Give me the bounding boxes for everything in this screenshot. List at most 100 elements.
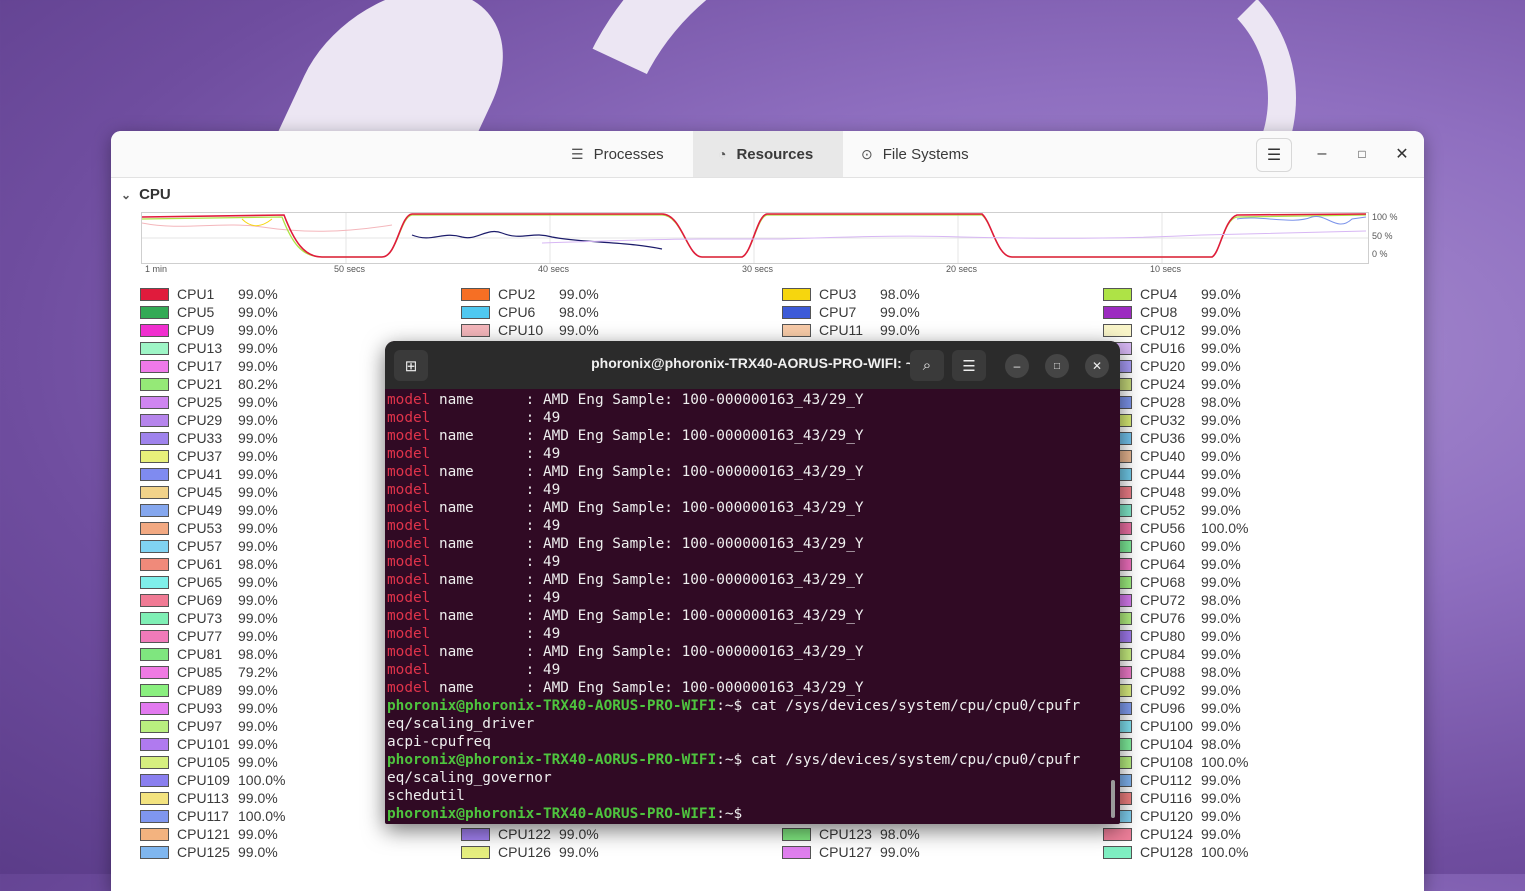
color-swatch-button[interactable] [140,611,169,625]
cpu-usage-value: 99.0% [238,484,278,500]
color-swatch-button[interactable] [140,539,169,553]
color-swatch-button[interactable] [140,467,169,481]
line-text: : 49 [430,410,561,426]
cpu-usage-value: 98.0% [238,646,278,662]
cpu-legend-item: CPU109 100.0% [140,771,298,789]
keyword: model [387,554,431,570]
cpu-section-header[interactable]: ⌄ CPU [121,186,171,203]
color-swatch-button[interactable] [140,413,169,427]
maximize-button[interactable]: □ [1345,138,1379,170]
color-swatch-button[interactable] [140,503,169,517]
cpu-usage-value: 99.0% [238,718,278,734]
command-wrap: eq/scaling_driver [387,716,535,732]
color-swatch-button[interactable] [1103,845,1132,859]
color-swatch-button[interactable] [140,791,169,805]
line-text: name : AMD Eng Sample: 100-000000163_43/… [430,428,864,444]
search-button[interactable]: ⌕ [910,350,944,381]
cpu-usage-value: 99.0% [238,394,278,410]
cpu-name: CPU11 [819,322,864,338]
color-swatch-button[interactable] [461,287,490,301]
color-swatch-button[interactable] [140,557,169,571]
color-swatch-button[interactable] [1103,287,1132,301]
color-swatch-button[interactable] [1103,323,1132,337]
color-swatch-button[interactable] [1103,305,1132,319]
color-swatch-button[interactable] [140,701,169,715]
cpu-series-line [1236,216,1367,225]
cpu-usage-value: 99.0% [238,448,278,464]
color-swatch-button[interactable] [140,719,169,733]
color-swatch-button[interactable] [140,521,169,535]
color-swatch-button[interactable] [140,809,169,823]
cpu-legend-item: CPU123 98.0% [782,825,940,843]
cpu-name: CPU97 [177,718,223,734]
color-swatch-button[interactable] [782,323,811,337]
color-swatch-button[interactable] [140,683,169,697]
color-swatch-button[interactable] [140,629,169,643]
cpu-legend-item: CPU48 99.0% [1103,483,1261,501]
cpu-name: CPU105 [177,754,230,770]
terminal-maximize-button[interactable]: □ [1045,354,1069,378]
terminal-line: eq/scaling_driver [387,715,1112,733]
color-swatch-button[interactable] [140,827,169,841]
x-tick-label: 20 secs [946,264,978,274]
color-swatch-button[interactable] [140,665,169,679]
color-swatch-button[interactable] [140,755,169,769]
color-swatch-button[interactable] [140,449,169,463]
cpu-legend-item: CPU7 99.0% [782,303,940,321]
cpu-usage-value: 99.0% [1201,808,1241,824]
terminal-close-button[interactable]: ✕ [1085,354,1109,378]
cpu-legend-item: CPU25 99.0% [140,393,298,411]
cpu-legend-item: CPU80 99.0% [1103,627,1261,645]
cpu-name: CPU128 [1140,844,1193,860]
color-swatch-button[interactable] [1103,827,1132,841]
terminal-menu-button[interactable]: ☰ [952,350,986,381]
cpu-usage-value: 100.0% [238,808,286,824]
terminal-line: model : 49 [387,589,1112,607]
keyword: model [387,428,431,444]
color-swatch-button[interactable] [140,737,169,751]
color-swatch-button[interactable] [782,287,811,301]
command-output: acpi-cpufreq [387,734,491,750]
x-tick-label: 1 min [145,264,168,274]
cpu-usage-value: 99.0% [238,466,278,482]
terminal-scrollbar[interactable] [1111,780,1115,818]
color-swatch-button[interactable] [140,773,169,787]
cpu-name: CPU5 [177,304,215,320]
color-swatch-button[interactable] [140,377,169,391]
cpu-legend-item: CPU112 99.0% [1103,771,1261,789]
terminal-line: model : 49 [387,445,1112,463]
terminal-output[interactable]: model name : AMD Eng Sample: 100-0000001… [387,391,1112,823]
menu-button[interactable]: ☰ [1256,138,1292,172]
color-swatch-button[interactable] [140,395,169,409]
tab-resources[interactable]: ◔ Resources [693,131,843,177]
keyword: model [387,482,431,498]
color-swatch-button[interactable] [782,845,811,859]
terminal-minimize-button[interactable]: – [1005,354,1029,378]
color-swatch-button[interactable] [461,323,490,337]
minimize-button[interactable]: – [1305,138,1339,170]
color-swatch-button[interactable] [140,359,169,373]
cpu-legend-item: CPU96 99.0% [1103,699,1261,717]
color-swatch-button[interactable] [140,593,169,607]
color-swatch-button[interactable] [140,431,169,445]
color-swatch-button[interactable] [140,647,169,661]
color-swatch-button[interactable] [140,323,169,337]
color-swatch-button[interactable] [782,827,811,841]
color-swatch-button[interactable] [461,305,490,319]
color-swatch-button[interactable] [782,305,811,319]
tab-processes[interactable]: ☰ Processes [561,131,703,177]
color-swatch-button[interactable] [140,485,169,499]
color-swatch-button[interactable] [140,845,169,859]
color-swatch-button[interactable] [140,341,169,355]
close-button[interactable]: ✕ [1385,138,1419,170]
color-swatch-button[interactable] [140,575,169,589]
color-swatch-button[interactable] [140,287,169,301]
keyword: model [387,590,431,606]
cpu-legend-item: CPU41 99.0% [140,465,298,483]
color-swatch-button[interactable] [140,305,169,319]
color-swatch-button[interactable] [461,845,490,859]
cpu-name: CPU40 [1140,448,1186,464]
cpu-usage-value: 99.0% [1201,412,1241,428]
tab-file-systems[interactable]: ⊙ File Systems [861,131,1001,177]
color-swatch-button[interactable] [461,827,490,841]
